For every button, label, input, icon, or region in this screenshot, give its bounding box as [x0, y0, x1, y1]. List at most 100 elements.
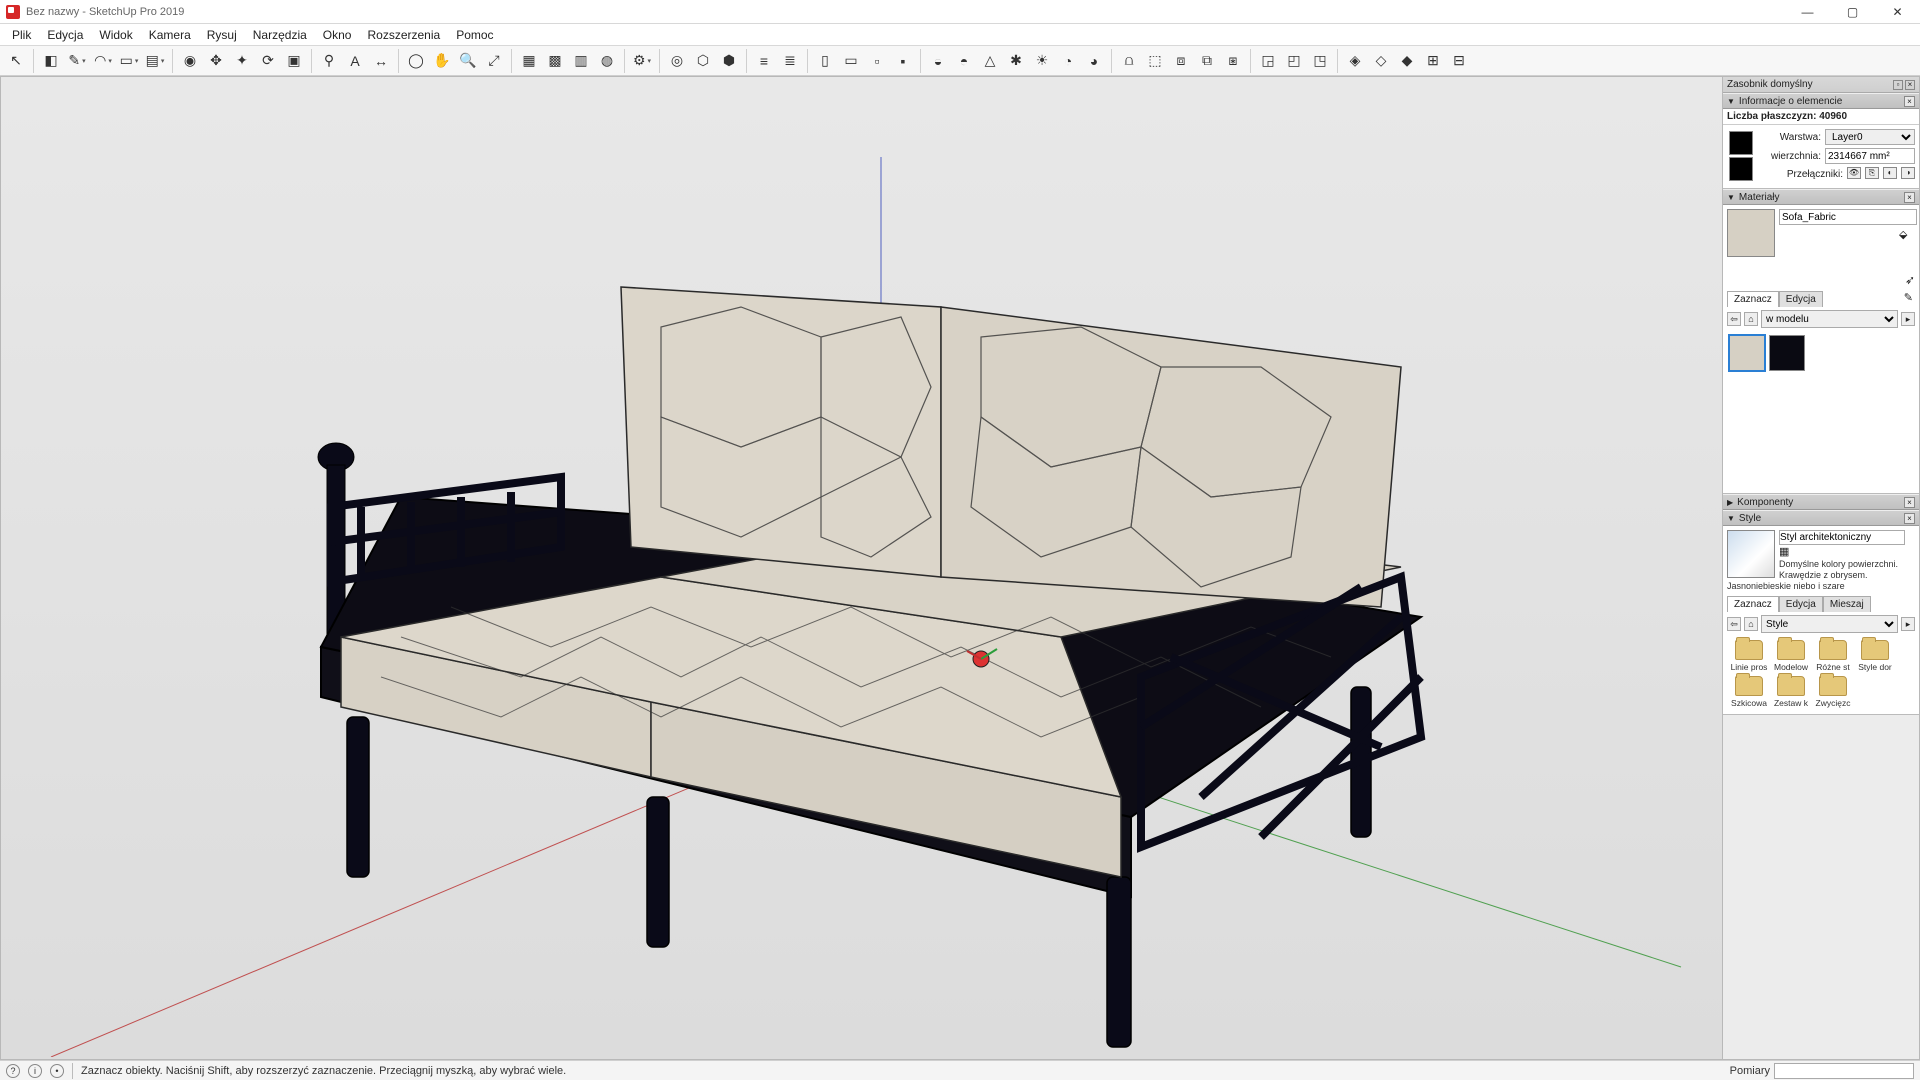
style-folder[interactable]: Style dor	[1855, 638, 1895, 672]
style-folder[interactable]: Szkicowa	[1729, 674, 1769, 708]
back-material-swatch[interactable]	[1729, 157, 1753, 181]
tool-view-top-icon[interactable]: ▭	[839, 49, 863, 73]
tool-orbit-icon[interactable]: ◯	[404, 49, 428, 73]
material-swatch[interactable]	[1769, 335, 1805, 371]
material-name-input[interactable]	[1779, 209, 1917, 225]
layer-select[interactable]: Layer0	[1825, 129, 1915, 145]
tool-shadow6-icon[interactable]: ◔	[1056, 49, 1080, 73]
style-folder[interactable]: Modelow	[1771, 638, 1811, 672]
tray-pin-icon[interactable]: ▫	[1893, 80, 1903, 90]
material-scope-select[interactable]: w modelu	[1761, 310, 1898, 328]
viewport-3d[interactable]	[0, 76, 1722, 1060]
style-folder[interactable]: Linie pros	[1729, 638, 1769, 672]
tool-view-front-icon[interactable]: ▫	[865, 49, 889, 73]
tool-view-iso-icon[interactable]: ▯	[813, 49, 837, 73]
menu-narzędzia[interactable]: Narzędzia	[245, 26, 315, 44]
tool-paint-icon[interactable]: ◉	[178, 49, 202, 73]
user-icon[interactable]: •	[50, 1064, 64, 1078]
nav-home-icon[interactable]: ⌂	[1744, 312, 1758, 326]
toggle-lock-icon[interactable]: ⎘	[1865, 167, 1879, 179]
panel-close-icon[interactable]: ×	[1904, 96, 1915, 107]
tool-arc-icon[interactable]: ◠	[91, 49, 115, 73]
tool-shadow1-icon[interactable]: ◒	[926, 49, 950, 73]
tool-sandbox1-icon[interactable]: ⩍	[1117, 49, 1141, 73]
styles-tab-mix[interactable]: Mieszaj	[1823, 596, 1871, 612]
style-update-icon[interactable]: ▦	[1779, 545, 1793, 559]
panel-header-materials[interactable]: ▼ Materiały ×	[1723, 189, 1919, 205]
tool-solid3-icon[interactable]: ⬢	[717, 49, 741, 73]
tool-scale-icon[interactable]: ⟳	[256, 49, 280, 73]
tool-layout-icon[interactable]: ▥	[569, 49, 593, 73]
tool-bool2-icon[interactable]: ◰	[1282, 49, 1306, 73]
panel-close-icon[interactable]: ×	[1904, 192, 1915, 203]
tool-zoom-ext-icon[interactable]: ⤢	[482, 49, 506, 73]
toggle-cast-icon[interactable]: ◑	[1901, 167, 1915, 179]
styles-tab-select[interactable]: Zaznacz	[1727, 596, 1779, 612]
tool-view-right-icon[interactable]: ▪	[891, 49, 915, 73]
tray-close-icon[interactable]: ×	[1905, 80, 1915, 90]
style-scope-select[interactable]: Style	[1761, 615, 1898, 633]
tool-pushpull-icon[interactable]: ▤	[143, 49, 167, 73]
nav-home-icon[interactable]: ⌂	[1744, 617, 1758, 631]
menu-okno[interactable]: Okno	[315, 26, 360, 44]
materials-tab-edit[interactable]: Edycja	[1779, 291, 1823, 307]
tool-zoom-icon[interactable]: 🔍	[456, 49, 480, 73]
nav-menu-icon[interactable]: ▸	[1901, 312, 1915, 326]
menu-rozszerzenia[interactable]: Rozszerzenia	[359, 26, 448, 44]
menu-plik[interactable]: Plik	[4, 26, 39, 44]
style-folder[interactable]: Zestaw k	[1771, 674, 1811, 708]
tool-shadow2-icon[interactable]: ◓	[952, 49, 976, 73]
panel-header-styles[interactable]: ▼ Style ×	[1723, 510, 1919, 526]
menu-kamera[interactable]: Kamera	[141, 26, 199, 44]
tool-shadow5-icon[interactable]: ☀	[1030, 49, 1054, 73]
maximize-button[interactable]: ▢	[1830, 0, 1875, 24]
tool-warehouse-icon[interactable]: ▦	[517, 49, 541, 73]
tool-move-icon[interactable]: ✥	[204, 49, 228, 73]
tool-sandbox2-icon[interactable]: ⬚	[1143, 49, 1167, 73]
measurement-input[interactable]	[1774, 1063, 1914, 1079]
panel-header-components[interactable]: ▶ Komponenty ×	[1723, 494, 1919, 510]
tool-ext-wh-icon[interactable]: ▩	[543, 49, 567, 73]
tool-tape-icon[interactable]: ⚲	[317, 49, 341, 73]
tray-header[interactable]: Zasobnik domyślny ▫ ×	[1723, 77, 1919, 93]
tool-camera2-icon[interactable]: ◇	[1369, 49, 1393, 73]
tool-bool1-icon[interactable]: ◲	[1256, 49, 1280, 73]
tool-select-icon[interactable]: ↖	[4, 49, 28, 73]
menu-edycja[interactable]: Edycja	[39, 26, 91, 44]
tool-bool3-icon[interactable]: ◳	[1308, 49, 1332, 73]
tool-section2-icon[interactable]: ≣	[778, 49, 802, 73]
tool-style-builder-icon[interactable]: ◍	[595, 49, 619, 73]
tool-offset-icon[interactable]: ▣	[282, 49, 306, 73]
tool-camera1-icon[interactable]: ◈	[1343, 49, 1367, 73]
front-material-swatch[interactable]	[1729, 131, 1753, 155]
tool-eraser-icon[interactable]: ◧	[39, 49, 63, 73]
menu-pomoc[interactable]: Pomoc	[448, 26, 501, 44]
eyedropper-icon[interactable]: ➶	[1905, 273, 1915, 287]
toggle-shadow-icon[interactable]: ◐	[1883, 167, 1897, 179]
material-swatch[interactable]	[1729, 335, 1765, 371]
panel-header-entity-info[interactable]: ▼ Informacje o elemencie ×	[1723, 93, 1919, 109]
style-folder[interactable]: Zwycięzc	[1813, 674, 1853, 708]
tool-camera4-icon[interactable]: ⊞	[1421, 49, 1445, 73]
style-name-input[interactable]	[1779, 530, 1905, 545]
edit-icon[interactable]: ✎	[1902, 291, 1915, 307]
style-preview[interactable]	[1727, 530, 1775, 578]
toggle-visible-icon[interactable]: 👁	[1847, 167, 1861, 179]
tool-shadow7-icon[interactable]: ◕	[1082, 49, 1106, 73]
nav-back-icon[interactable]: ⇦	[1727, 617, 1741, 631]
tool-solid1-icon[interactable]: ◎	[665, 49, 689, 73]
sample-material-icon[interactable]: ⬙	[1899, 228, 1915, 244]
nav-back-icon[interactable]: ⇦	[1727, 312, 1741, 326]
tool-solid2-icon[interactable]: ⬡	[691, 49, 715, 73]
style-folder[interactable]: Różne st	[1813, 638, 1853, 672]
panel-close-icon[interactable]: ×	[1904, 513, 1915, 524]
menu-widok[interactable]: Widok	[91, 26, 140, 44]
nav-menu-icon[interactable]: ▸	[1901, 617, 1915, 631]
tool-camera3-icon[interactable]: ◆	[1395, 49, 1419, 73]
close-button[interactable]: ✕	[1875, 0, 1920, 24]
tool-line-icon[interactable]: ✎	[65, 49, 89, 73]
panel-close-icon[interactable]: ×	[1904, 497, 1915, 508]
material-preview[interactable]	[1727, 209, 1775, 257]
tool-dimension-icon[interactable]: ↔	[369, 49, 393, 73]
tool-extmgr-icon[interactable]: ⚙	[630, 49, 654, 73]
